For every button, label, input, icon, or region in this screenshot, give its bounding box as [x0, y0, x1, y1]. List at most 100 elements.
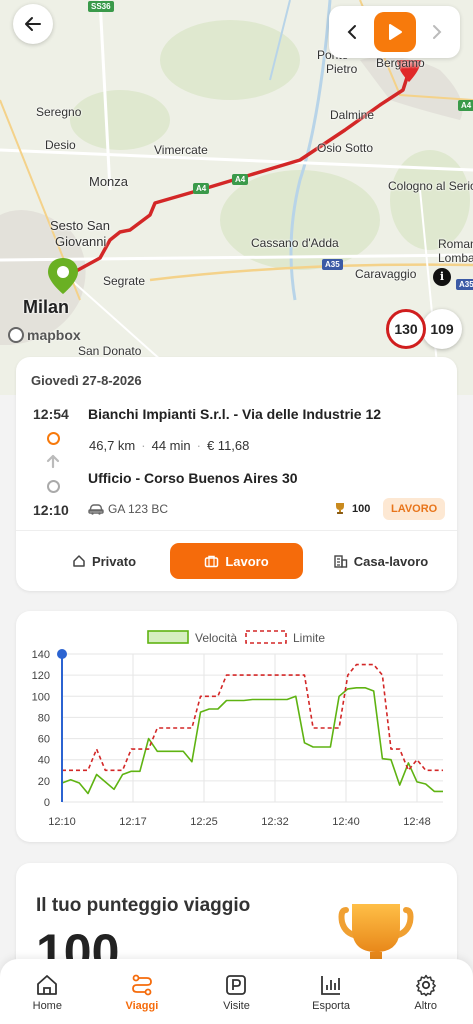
next-trip-button[interactable]	[422, 12, 452, 52]
plate-label: GA 123 BC	[108, 502, 169, 516]
legend-label: Limite	[293, 631, 325, 645]
x-tick-label: 12:10	[48, 816, 76, 828]
chevron-left-icon	[347, 25, 356, 39]
category-lavoro-label: Lavoro	[225, 553, 269, 569]
y-tick-label: 80	[38, 712, 50, 724]
x-tick-label: 12:17	[119, 816, 147, 828]
trip-cost: € 11,68	[206, 438, 250, 453]
nav-visite-label: Visite	[223, 1000, 250, 1012]
road-badge-a35-2: A35	[456, 279, 473, 290]
card-divider	[16, 530, 457, 531]
trip-distance: 46,7 km	[89, 438, 136, 453]
start-address: Bianchi Impianti S.r.l. - Via delle Indu…	[88, 406, 382, 422]
map-label-cassano: Cassano d'Adda	[251, 236, 339, 250]
map-label-desio: Desio	[45, 138, 76, 152]
nav-altro-label: Altro	[414, 1000, 437, 1012]
mapbox-logo: mapbox	[8, 327, 81, 343]
trip-score: 100	[334, 502, 370, 515]
start-time: 12:54	[33, 406, 69, 422]
category-casa-lavoro-button[interactable]: Casa-lavoro	[318, 543, 443, 579]
road-badge-a4: A4	[193, 183, 210, 194]
nav-esporta[interactable]: Esporta	[284, 959, 379, 1024]
nav-esporta-label: Esporta	[312, 1000, 351, 1012]
map-label-milan: Milan	[23, 297, 70, 317]
legend-swatch	[245, 630, 287, 644]
trip-date: Giovedì 27-8-2026	[31, 373, 142, 388]
car-icon	[88, 504, 104, 515]
back-button[interactable]	[13, 4, 53, 44]
gear-icon	[415, 974, 436, 997]
arrow-up-icon	[46, 454, 60, 469]
speed-chart: 0 20 40 60 80 100 120 140 12:10 12:17 12:25 12:32 12…	[32, 630, 443, 828]
building-icon	[334, 555, 347, 568]
bottom-navigation: Home Viaggi Visite Esporta Altro	[0, 959, 473, 1024]
map-label-san-donato: San Donato	[78, 344, 142, 358]
speed-limit-sign: 130	[386, 309, 426, 349]
bar-chart-icon	[321, 976, 341, 995]
map-label-segrate: Segrate	[103, 274, 146, 288]
y-tick-label: 20	[38, 776, 50, 788]
x-tick-label: 12:48	[403, 816, 431, 828]
y-tick-label: 120	[32, 670, 50, 682]
previous-trip-button[interactable]	[337, 12, 367, 52]
start-pin-icon	[48, 258, 78, 294]
nav-visite[interactable]: Visite	[189, 959, 284, 1024]
category-privato-label: Privato	[91, 553, 137, 569]
map-label-caravaggio: Caravaggio	[355, 267, 417, 281]
vehicle-plate: GA 123 BC	[88, 502, 168, 516]
y-tick-label: 140	[32, 649, 50, 661]
y-tick-label: 60	[38, 734, 50, 746]
home-icon	[37, 975, 58, 995]
time-cursor-dot	[57, 649, 67, 659]
nav-home[interactable]: Home	[0, 959, 95, 1024]
road-badge-a4-3: A4	[458, 100, 473, 111]
briefcase-icon	[205, 555, 219, 568]
map-label-cologno: Cologno al Serio	[388, 179, 473, 193]
chevron-right-icon	[433, 25, 442, 39]
trip-details-card: Giovedì 27-8-2026 12:54 Bianchi Impianti…	[16, 357, 457, 591]
legend-swatch	[147, 630, 189, 644]
current-speed-badge: 109	[422, 309, 462, 349]
trip-stats: 46,7 km · 44 min · € 11,68	[89, 438, 250, 453]
x-tick-label: 12:40	[332, 816, 360, 828]
play-icon	[388, 24, 402, 40]
mapbox-label: mapbox	[27, 327, 81, 343]
nav-viaggi[interactable]: Viaggi	[95, 959, 190, 1024]
map-label-bergamo: Bergamo	[376, 56, 425, 70]
category-privato-button[interactable]: Privato	[48, 543, 160, 579]
mapbox-icon	[8, 327, 24, 343]
map-label-monza: Monza	[89, 174, 129, 189]
nav-altro[interactable]: Altro	[378, 959, 473, 1024]
map-label-osio: Osio Sotto	[317, 141, 374, 155]
y-tick-label: 100	[32, 691, 50, 703]
trip-duration: 44 min	[151, 438, 191, 453]
play-replay-button[interactable]	[373, 12, 416, 52]
map-label-vimercate: Vimercate	[154, 143, 208, 157]
category-lavoro-button[interactable]: Lavoro	[170, 543, 303, 579]
speed-series-line	[61, 687, 443, 795]
road-badge-a4-2: A4	[232, 174, 249, 185]
start-point-icon	[47, 432, 60, 445]
y-tick-label: 40	[38, 755, 50, 767]
x-tick-label: 12:25	[190, 816, 218, 828]
trip-map[interactable]: SS36 A4 A4 A4 A35 A35 Seregno Desio Monz…	[0, 0, 473, 395]
map-label-pietro: Pietro	[326, 62, 358, 76]
score-title: Il tuo punteggio viaggio	[36, 895, 251, 916]
category-tag: LAVORO	[383, 498, 446, 520]
map-label-giovanni: Giovanni	[55, 234, 107, 249]
road-badge-a35: A35	[322, 259, 343, 270]
parking-icon	[226, 975, 247, 995]
end-point-icon	[47, 480, 60, 493]
info-icon[interactable]: i	[433, 268, 451, 286]
map-label-lomba: Lomba	[438, 251, 473, 265]
road-badge-ss36: SS36	[88, 1, 114, 12]
end-time: 12:10	[33, 502, 69, 518]
route-icon	[131, 974, 152, 996]
nav-viaggi-label: Viaggi	[125, 1000, 159, 1012]
nav-home-label: Home	[32, 1000, 62, 1012]
end-address: Ufficio - Corso Buenos Aires 30	[88, 470, 298, 486]
arrow-left-icon	[25, 17, 41, 31]
map-label-romano: Romano	[438, 237, 473, 251]
trophy-small-icon	[336, 503, 344, 514]
map-label-dalmine: Dalmine	[330, 108, 375, 122]
